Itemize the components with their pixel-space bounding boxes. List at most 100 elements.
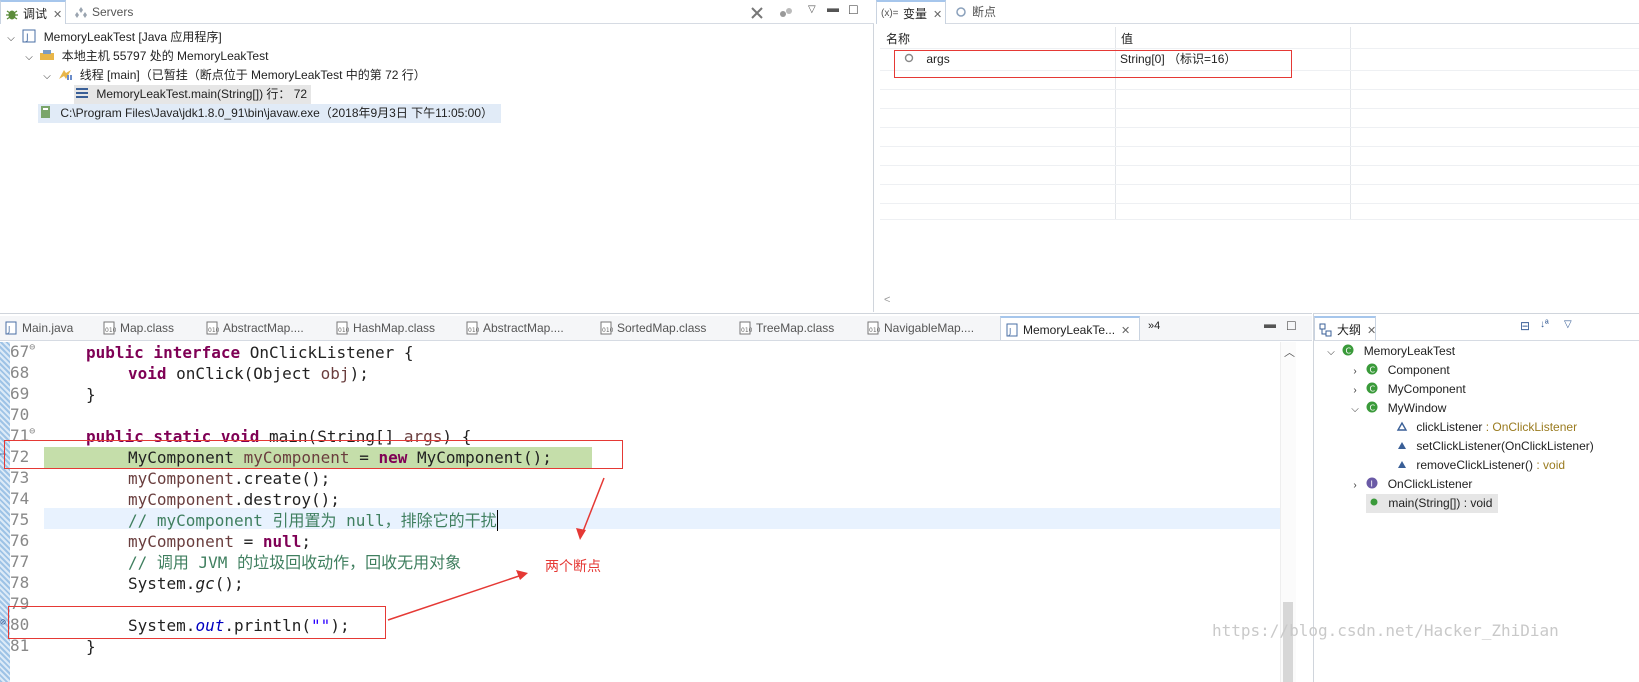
close-icon[interactable]: ✕ bbox=[933, 3, 942, 27]
abstract-class-icon: C bbox=[1366, 363, 1378, 375]
outline-type: : OnClickListener bbox=[1482, 420, 1578, 434]
outline-type: : void bbox=[1533, 458, 1566, 472]
chevron-right-icon[interactable]: › bbox=[1348, 362, 1362, 381]
tab-label: AbstractMap.... bbox=[223, 321, 304, 335]
view-menu-icon[interactable]: ▽ bbox=[808, 4, 816, 15]
tab-outline[interactable]: 大纲 ✕ bbox=[1314, 316, 1376, 340]
tab-abstractmap-1[interactable]: 010 AbstractMap.... bbox=[201, 316, 321, 340]
java-file-icon: J bbox=[1006, 323, 1018, 337]
svg-text:010: 010 bbox=[602, 327, 613, 334]
filter-icon[interactable]: ▽ bbox=[1564, 319, 1572, 330]
column-value-header[interactable]: 值 bbox=[1121, 29, 1133, 49]
tab-memoryleaktest[interactable]: J MemoryLeakTe... ✕ bbox=[1000, 316, 1140, 340]
row-divider bbox=[880, 146, 1639, 147]
outline-item-main[interactable]: main(String[]) : void bbox=[1366, 494, 1499, 513]
row-divider bbox=[880, 89, 1639, 90]
outline-label: clickListener bbox=[1416, 420, 1483, 434]
outline-item-clicklistener[interactable]: clickListener : OnClickListener bbox=[1394, 418, 1577, 437]
tree-thread[interactable]: ⌵ 线程 [main]（已暂挂（断点位于 MemoryLeakTest 中的第 … bbox=[40, 66, 426, 85]
tab-abstractmap-2[interactable]: 010 AbstractMap.... bbox=[461, 316, 586, 340]
tab-map-class[interactable]: 010 Map.class bbox=[98, 316, 193, 340]
tab-sortedmap-class[interactable]: 010 SortedMap.class bbox=[595, 316, 725, 340]
outline-item-mycomponent[interactable]: › C MyComponent bbox=[1348, 380, 1465, 400]
line-number: 75 bbox=[10, 510, 30, 529]
tree-thread-label: 线程 [main]（已暂挂（断点位于 MemoryLeakTest 中的第 72… bbox=[79, 68, 426, 82]
tab-treemap-class[interactable]: 010 TreeMap.class bbox=[734, 316, 854, 340]
close-icon[interactable]: ✕ bbox=[53, 3, 62, 27]
scrollbar-thumb[interactable] bbox=[1283, 602, 1293, 682]
outline-item-removeclicklistener[interactable]: removeClickListener() : void bbox=[1394, 456, 1565, 475]
class-file-icon: 010 bbox=[466, 321, 479, 335]
scroll-up-icon[interactable]: ︿ bbox=[1284, 344, 1295, 360]
outline-item-onclicklistener[interactable]: › I OnClickListener bbox=[1348, 475, 1472, 494]
row-divider bbox=[880, 108, 1639, 109]
svg-text:J: J bbox=[7, 325, 10, 334]
code-line-74: myComponent.destroy(); bbox=[128, 490, 340, 509]
tab-hashmap-class[interactable]: 010 HashMap.class bbox=[331, 316, 451, 340]
close-icon[interactable]: ✕ bbox=[1367, 319, 1376, 343]
chevron-down-icon[interactable]: ⌵ bbox=[22, 48, 36, 67]
minimize-icon[interactable]: ▬ bbox=[1264, 317, 1276, 331]
watermark: https://blog.csdn.net/Hacker_ZhiDian bbox=[1212, 621, 1559, 640]
remove-all-terminated-icon[interactable] bbox=[749, 5, 765, 21]
fold-icon[interactable]: ⊖ bbox=[29, 342, 35, 353]
more-tabs-button[interactable]: »4 bbox=[1148, 320, 1160, 332]
close-icon[interactable]: ✕ bbox=[1121, 319, 1130, 343]
fold-icon[interactable]: ⊖ bbox=[29, 426, 35, 437]
maximize-icon[interactable]: ☐ bbox=[848, 3, 859, 17]
launch-group-icon[interactable] bbox=[778, 5, 794, 21]
tab-breakpoints[interactable]: 断点 bbox=[950, 0, 1006, 24]
class-file-icon: 010 bbox=[336, 321, 349, 335]
column-divider[interactable] bbox=[1350, 27, 1351, 219]
breakpoint-marker-icon[interactable]: ⊘ bbox=[0, 617, 6, 628]
line-number: 67⊖ bbox=[10, 342, 36, 361]
tree-vm[interactable]: ⌵ 本地主机 55797 处的 MemoryLeakTest bbox=[22, 47, 268, 66]
scroll-left-icon[interactable]: < bbox=[884, 294, 890, 306]
column-name-header[interactable]: 名称 bbox=[886, 29, 910, 49]
tab-servers-label: Servers bbox=[92, 5, 134, 19]
minimize-icon[interactable]: ▬ bbox=[827, 1, 839, 15]
tab-outline-label: 大纲 bbox=[1337, 323, 1362, 337]
line-number: 69 bbox=[10, 384, 30, 403]
svg-text:C: C bbox=[1370, 385, 1376, 394]
line-number: 77 bbox=[10, 552, 30, 571]
outline-item-component[interactable]: › C Component bbox=[1348, 361, 1449, 381]
tree-stack-frame[interactable]: MemoryLeakTest.main(String[]) 行： 72 bbox=[74, 85, 312, 104]
variables-icon: (x)= bbox=[881, 8, 899, 19]
chevron-down-icon[interactable]: ⌵ bbox=[1348, 400, 1362, 419]
chevron-down-icon[interactable]: ⌵ bbox=[1324, 343, 1338, 362]
tree-launch[interactable]: ⌵ J MemoryLeakTest [Java 应用程序] bbox=[4, 28, 222, 47]
outline-item-setclicklistener[interactable]: setClickListener(OnClickListener) bbox=[1394, 437, 1594, 456]
chevron-down-icon[interactable]: ⌵ bbox=[40, 67, 54, 86]
chevron-right-icon[interactable]: › bbox=[1348, 381, 1362, 400]
variable-row-args[interactable]: args bbox=[904, 50, 950, 69]
tab-label: Map.class bbox=[120, 321, 175, 335]
svg-text:C: C bbox=[1346, 347, 1352, 356]
tab-label: HashMap.class bbox=[353, 321, 436, 335]
svg-text:010: 010 bbox=[208, 327, 219, 334]
sort-icon[interactable]: ↓ª bbox=[1540, 319, 1549, 330]
tab-variables[interactable]: (x)= 变量 ✕ bbox=[876, 0, 946, 24]
debug-view: 调试 ✕ Servers ▽ ▬ ☐ ⌵ J MemoryLeakTest [Ja… bbox=[0, 0, 874, 312]
outline-item-mywindow[interactable]: ⌵ C MyWindow bbox=[1348, 399, 1446, 418]
tree-launch-label: MemoryLeakTest [Java 应用程序] bbox=[43, 30, 222, 44]
tree-process[interactable]: C:\Program Files\Java\jdk1.8.0_91\bin\ja… bbox=[38, 104, 502, 123]
tab-debug[interactable]: 调试 ✕ bbox=[0, 0, 66, 24]
chevron-right-icon[interactable]: › bbox=[1348, 476, 1362, 495]
suspended-thread-icon bbox=[59, 70, 73, 80]
java-file-icon: J bbox=[5, 321, 17, 335]
line-number: 68 bbox=[10, 363, 30, 382]
tab-variables-label: 变量 bbox=[903, 7, 928, 21]
maximize-icon[interactable]: ☐ bbox=[1286, 319, 1297, 333]
tab-main-java[interactable]: J Main.java bbox=[0, 316, 90, 340]
line-number: 76 bbox=[10, 531, 30, 550]
collapse-all-icon[interactable]: ⊟ bbox=[1520, 319, 1530, 333]
chevron-down-icon[interactable]: ⌵ bbox=[4, 29, 18, 48]
tab-navigablemap[interactable]: 010 NavigableMap.... bbox=[862, 316, 992, 340]
svg-text:010: 010 bbox=[105, 327, 116, 334]
line-number: 78 bbox=[10, 573, 30, 592]
svg-text:I: I bbox=[1371, 480, 1373, 489]
svg-text:010: 010 bbox=[468, 327, 479, 334]
outline-item-class[interactable]: ⌵ C MemoryLeakTest bbox=[1324, 342, 1455, 361]
tab-servers[interactable]: Servers bbox=[70, 0, 140, 24]
